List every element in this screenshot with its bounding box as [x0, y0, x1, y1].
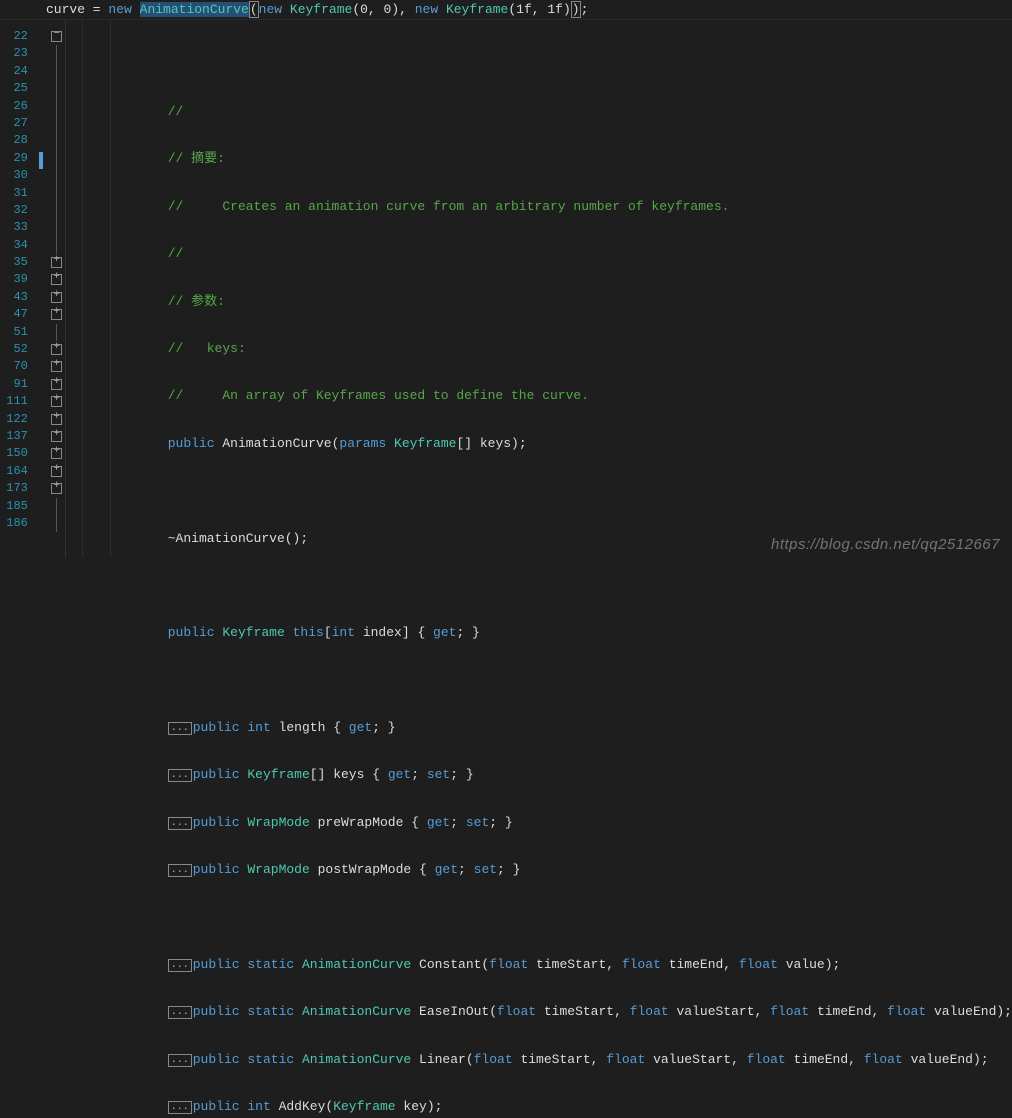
code-line[interactable]: ...public static AnimationCurve Linear(f… — [66, 1051, 1012, 1068]
line-number: 70 — [0, 358, 36, 375]
code-area[interactable]: // // 摘要: // Creates an animation curve … — [66, 20, 1012, 557]
line-number: 52 — [0, 341, 36, 358]
line-number: 47 — [0, 306, 36, 323]
line-number: 35 — [0, 254, 36, 271]
fold-toggle-icon[interactable] — [47, 480, 65, 497]
fold-toggle-icon[interactable] — [47, 254, 65, 271]
code-line[interactable]: ...public static AnimationCurve EaseInOu… — [66, 1003, 1012, 1020]
line-number: 39 — [0, 271, 36, 288]
fold-gutter[interactable] — [47, 20, 66, 557]
breadcrumb-preview: curve = new AnimationCurve(new Keyframe(… — [0, 0, 1012, 20]
fold-toggle-icon[interactable] — [47, 428, 65, 445]
line-number: 150 — [0, 445, 36, 462]
code-line[interactable]: // keys: — [66, 340, 1012, 357]
fold-toggle-icon[interactable] — [47, 393, 65, 410]
line-number: 30 — [0, 167, 36, 184]
fold-toggle-icon[interactable] — [47, 358, 65, 375]
fold-toggle-icon[interactable] — [47, 463, 65, 480]
line-number: 28 — [0, 132, 36, 149]
line-number: 24 — [0, 63, 36, 80]
line-number: 51 — [0, 324, 36, 341]
line-number: 137 — [0, 428, 36, 445]
fold-toggle-icon[interactable] — [47, 271, 65, 288]
line-number: 164 — [0, 463, 36, 480]
line-number: 34 — [0, 237, 36, 254]
code-line[interactable] — [66, 672, 1012, 689]
line-number: 22 — [0, 28, 36, 45]
code-line[interactable]: ...public WrapMode preWrapMode { get; se… — [66, 814, 1012, 831]
fold-toggle-icon[interactable] — [47, 28, 65, 45]
collapsed-region-icon[interactable]: ... — [168, 1054, 192, 1067]
code-line[interactable]: // — [66, 103, 1012, 120]
fold-toggle-icon[interactable] — [47, 289, 65, 306]
line-number: 43 — [0, 289, 36, 306]
collapsed-region-icon[interactable]: ... — [168, 769, 192, 782]
code-line[interactable]: ...public WrapMode postWrapMode { get; s… — [66, 861, 1012, 878]
line-number: 27 — [0, 115, 36, 132]
code-line[interactable]: // — [66, 245, 1012, 262]
code-line[interactable]: // 参数: — [66, 293, 1012, 310]
fold-toggle-icon[interactable] — [47, 306, 65, 323]
line-number: 185 — [0, 498, 36, 515]
code-line[interactable]: ...public int length { get; } — [66, 719, 1012, 736]
code-line[interactable]: // An array of Keyframes used to define … — [66, 387, 1012, 404]
watermark: https://blog.csdn.net/qq2512667 — [771, 536, 1000, 553]
code-line[interactable] — [66, 909, 1012, 926]
collapsed-region-icon[interactable]: ... — [168, 817, 192, 830]
current-line-marker — [39, 152, 43, 169]
line-number: 29 — [0, 150, 36, 167]
collapsed-region-icon[interactable]: ... — [168, 864, 192, 877]
collapsed-region-icon[interactable]: ... — [168, 959, 192, 972]
line-number: 173 — [0, 480, 36, 497]
collapsed-region-icon[interactable]: ... — [168, 722, 192, 735]
code-line[interactable]: ...public Keyframe[] keys { get; set; } — [66, 766, 1012, 783]
collapsed-region-icon[interactable]: ... — [168, 1006, 192, 1019]
line-number: 26 — [0, 98, 36, 115]
fold-toggle-icon[interactable] — [47, 445, 65, 462]
line-number: 31 — [0, 185, 36, 202]
collapsed-region-icon[interactable]: ... — [168, 1101, 192, 1114]
fold-toggle-icon[interactable] — [47, 341, 65, 358]
fold-toggle-icon[interactable] — [47, 376, 65, 393]
line-number: 32 — [0, 202, 36, 219]
code-line[interactable]: public AnimationCurve(params Keyframe[] … — [66, 435, 1012, 452]
line-number: 33 — [0, 219, 36, 236]
line-number: 111 — [0, 393, 36, 410]
fold-toggle-icon[interactable] — [47, 411, 65, 428]
code-line[interactable]: public Keyframe this[int index] { get; } — [66, 624, 1012, 641]
line-number: 25 — [0, 80, 36, 97]
line-number: 122 — [0, 411, 36, 428]
line-number-gutter: 22 23 24 25 26 27 28 29 30 31 32 33 34 3… — [0, 20, 36, 557]
breakpoint-gutter[interactable] — [36, 20, 47, 557]
line-number: 186 — [0, 515, 36, 532]
code-line[interactable]: // Creates an animation curve from an ar… — [66, 198, 1012, 215]
code-line[interactable] — [66, 482, 1012, 499]
code-line[interactable]: ...public static AnimationCurve Constant… — [66, 956, 1012, 973]
code-line[interactable] — [66, 577, 1012, 594]
code-line[interactable]: ...public int AddKey(Keyframe key); — [66, 1098, 1012, 1115]
line-number: 91 — [0, 376, 36, 393]
code-editor[interactable]: 22 23 24 25 26 27 28 29 30 31 32 33 34 3… — [0, 20, 1012, 557]
code-line[interactable]: // 摘要: — [66, 150, 1012, 167]
line-number: 23 — [0, 45, 36, 62]
